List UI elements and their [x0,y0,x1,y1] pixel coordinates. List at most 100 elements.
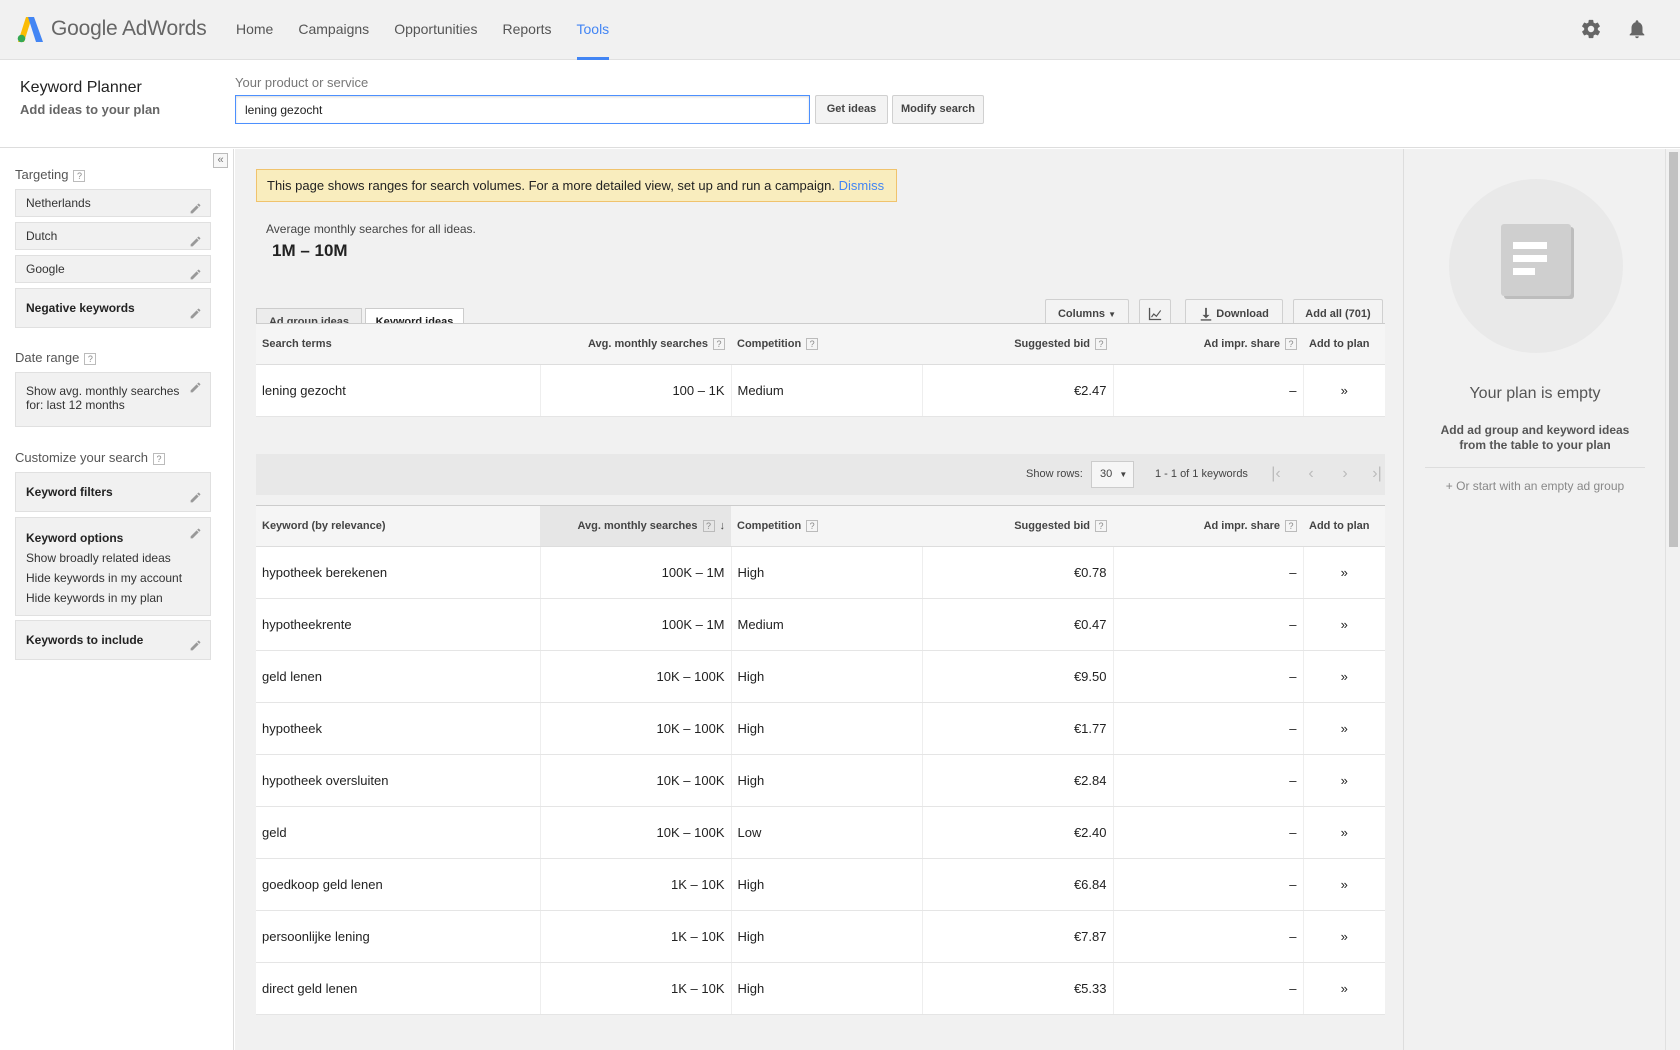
col-ad-impr-share[interactable]: Ad impr. share? [1113,505,1303,547]
keyword-options-title: Keyword options [26,531,124,545]
col-competition[interactable]: Competition? [731,323,922,365]
help-icon[interactable]: ? [806,520,819,533]
columns-label: Columns [1057,308,1106,320]
pencil-icon[interactable] [189,264,202,280]
add-to-plan-icon[interactable]: » [1303,364,1385,417]
col-avg-searches[interactable]: Avg. monthly searches? ↓ [540,505,731,547]
prev-page-icon[interactable]: ‹ [1302,465,1320,483]
download-label: Download [1216,308,1269,320]
modify-search-button[interactable]: Modify search [892,95,984,124]
col-label: Suggested bid [1014,519,1090,532]
last-page-icon[interactable]: ›| [1368,465,1386,483]
help-icon[interactable]: ? [1095,338,1107,351]
add-to-plan-icon[interactable]: » [1303,858,1385,911]
bell-icon[interactable] [1626,18,1648,43]
keyword-filters[interactable]: Keyword filters [15,472,211,512]
col-competition[interactable]: Competition? [731,505,922,547]
date-range-label: Date range [15,350,80,365]
pencil-icon[interactable] [189,381,202,394]
bid-cell: €0.47 [922,598,1114,651]
date-range-value: Show avg. monthly searches for: last 12 … [26,384,180,412]
logo-text: Google AdWords [51,17,207,40]
targeting-network[interactable]: Google [15,255,211,283]
help-icon[interactable]: ? [152,452,165,465]
pencil-icon[interactable] [189,231,202,247]
negative-keywords[interactable]: Negative keywords [15,288,211,328]
customize-title: Customize your search? [15,450,165,465]
table-row: hypotheek berekenen 100K – 1M High €0.78–» [256,546,1385,599]
share-cell: – [1113,858,1304,911]
col-suggested-bid[interactable]: Suggested bid? [922,323,1113,365]
add-to-plan-icon[interactable]: » [1303,546,1385,599]
gear-icon[interactable] [1580,18,1602,43]
plan-panel: Your plan is empty Add ad group and keyw… [1403,149,1665,1050]
col-search-terms[interactable]: Search terms [256,323,540,365]
product-search-input[interactable] [235,95,810,124]
col-ad-impr-share[interactable]: Ad impr. share? [1113,323,1303,365]
nav-reports[interactable]: Reports [502,0,551,60]
targeting-location[interactable]: Netherlands [15,189,211,217]
searches-cell: 1K – 10K [540,962,732,1015]
col-label: Ad impr. share [1203,519,1280,532]
nav-tools[interactable]: Tools [576,0,610,60]
add-to-plan-icon[interactable]: » [1303,910,1385,963]
scrollbar-thumb[interactable] [1669,152,1678,547]
add-to-plan-icon[interactable]: » [1303,754,1385,807]
negative-keywords-label: Negative keywords [26,301,135,315]
help-icon[interactable]: ? [702,520,715,533]
col-label: Competition [737,337,802,350]
competition-cell: Low [731,806,923,859]
empty-ad-group-link[interactable]: + Or start with an empty ad group [1404,479,1666,493]
table-row: hypotheek 10K – 100K High €1.77–» [256,702,1385,755]
add-to-plan-icon[interactable]: » [1303,806,1385,859]
line-chart-icon [1148,307,1162,321]
targeting-label: Targeting [15,167,69,182]
next-page-icon[interactable]: › [1336,465,1354,483]
get-ideas-button[interactable]: Get ideas [815,95,888,124]
collapse-sidebar-button[interactable]: « [213,153,228,168]
nav-home[interactable]: Home [236,0,273,60]
pencil-icon[interactable] [189,526,202,539]
help-icon[interactable]: ? [1285,338,1297,351]
col-label: Avg. monthly searches [587,337,708,350]
adwords-logo[interactable]: Google AdWords [16,14,207,44]
help-icon[interactable]: ? [84,352,97,365]
help-icon[interactable]: ? [1285,520,1297,533]
pencil-icon[interactable] [189,297,202,319]
bid-cell: €1.77 [922,702,1114,755]
date-range[interactable]: Show avg. monthly searches for: last 12 … [15,372,211,427]
pencil-icon[interactable] [189,481,202,503]
help-icon[interactable]: ? [73,169,86,182]
nav-campaigns[interactable]: Campaigns [298,0,369,60]
dismiss-link[interactable]: Dismiss [839,178,885,193]
pagination-bar: Show rows: 30 ▼ 1 - 1 of 1 keywords |‹ ‹… [256,454,1385,495]
adwords-logo-icon [17,17,43,43]
search-terms-table: Search terms Avg. monthly searches? Comp… [256,323,1385,417]
add-to-plan-icon[interactable]: » [1303,598,1385,651]
caret-down-icon: ▼ [1119,470,1128,479]
page-scrollbar[interactable] [1665,149,1680,1050]
help-icon[interactable]: ? [1095,520,1107,533]
pencil-icon[interactable] [189,629,202,651]
rows-per-page-select[interactable]: 30 ▼ [1091,461,1134,488]
col-avg-searches[interactable]: Avg. monthly searches? [540,323,731,365]
keyword-cell: lening gezocht [256,364,541,417]
pencil-icon[interactable] [189,198,202,214]
keywords-to-include[interactable]: Keywords to include [15,620,211,660]
targeting-language[interactable]: Dutch [15,222,211,250]
rows-per-page-value: 30 [1100,468,1113,480]
searches-cell: 100 – 1K [540,364,732,417]
col-suggested-bid[interactable]: Suggested bid? [922,505,1113,547]
add-to-plan-icon[interactable]: » [1303,962,1385,1015]
avg-searches-value: 1M – 10M [272,241,348,260]
add-to-plan-icon[interactable]: » [1303,702,1385,755]
table-row: direct geld lenen 1K – 10K High €5.33–» [256,962,1385,1015]
help-icon[interactable]: ? [713,338,725,351]
col-keyword[interactable]: Keyword (by relevance) [256,505,540,547]
add-to-plan-icon[interactable]: » [1303,650,1385,703]
nav-opportunities[interactable]: Opportunities [394,0,477,60]
targeting-location-label: Netherlands [26,196,91,210]
keyword-options[interactable]: Keyword options Show broadly related ide… [15,517,211,616]
help-icon[interactable]: ? [806,338,819,351]
first-page-icon[interactable]: |‹ [1267,465,1285,483]
